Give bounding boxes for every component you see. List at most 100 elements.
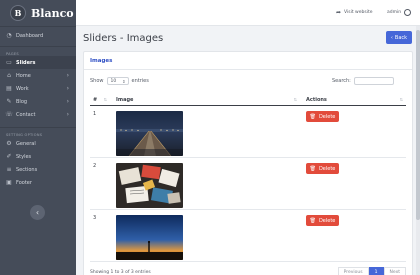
- delete-label: Delete: [318, 217, 336, 224]
- trash-icon: 🗑: [309, 217, 316, 224]
- table-row: 3 🗑 Delete: [90, 210, 406, 262]
- sidebar-item-label: Footer: [16, 179, 32, 186]
- sidebar-item-label: Sections: [16, 166, 38, 173]
- user-menu[interactable]: admin: [387, 9, 412, 16]
- sidebar-item-work[interactable]: ▤ Work ›: [0, 82, 76, 95]
- sidebar-item-label: Work: [16, 85, 29, 92]
- row-image-cell: [110, 106, 300, 157]
- visit-website-link[interactable]: ➦ Visit website: [336, 9, 372, 16]
- delete-label: Delete: [318, 113, 336, 120]
- top-bar: ➦ Visit website admin: [76, 0, 420, 26]
- home-icon: ⌂: [7, 72, 11, 79]
- desk-papers-photo: [116, 163, 183, 208]
- pagination: Previous 1 Next: [337, 267, 406, 275]
- blog-icon: ✎: [6, 98, 12, 105]
- chevron-updown-icon: ⇕: [122, 78, 126, 84]
- scrollbar-thumb[interactable]: [416, 30, 420, 220]
- column-header-number[interactable]: # ⇅: [90, 94, 110, 105]
- entries-label: entries: [131, 78, 149, 84]
- sidebar-item-dashboard[interactable]: ◔ Dashboard: [0, 29, 76, 42]
- sidebar-item-label: Blog: [16, 98, 28, 105]
- row-number: 3: [93, 215, 97, 221]
- row-actions-cell: 🗑 Delete: [300, 106, 406, 157]
- sections-icon: ≡: [6, 166, 12, 173]
- row-actions-cell: 🗑 Delete: [300, 158, 406, 209]
- chevron-left-icon: ‹: [390, 34, 393, 41]
- back-button-label: Back: [394, 34, 408, 41]
- table-info: Showing 1 to 3 of 3 entries: [90, 270, 151, 275]
- row-number: 2: [93, 163, 97, 169]
- sidebar-item-sliders[interactable]: ▭ Sliders: [0, 56, 76, 69]
- table-search: Search:: [332, 77, 394, 85]
- sidebar-item-general[interactable]: ⚙ General: [0, 137, 76, 150]
- search-input[interactable]: [353, 77, 394, 85]
- contact-icon: ☏: [5, 111, 13, 118]
- user-label: admin: [387, 10, 402, 15]
- next-page-button[interactable]: Next: [383, 267, 406, 275]
- sunset-silhouette-photo: [116, 215, 183, 260]
- column-header-image[interactable]: Image ⇅: [110, 94, 300, 105]
- chevron-right-icon: ›: [66, 72, 69, 79]
- bridge-night-photo: [116, 111, 183, 156]
- sidebar-item-label: Home: [16, 72, 31, 79]
- chevron-left-icon: ‹: [35, 208, 40, 217]
- entries-value: 10: [110, 78, 117, 84]
- user-avatar-icon: [404, 9, 412, 16]
- column-header-actions[interactable]: Actions ⇅: [300, 94, 406, 105]
- sort-icon: ⇅: [293, 97, 297, 102]
- delete-button[interactable]: 🗑 Delete: [306, 215, 339, 226]
- row-number: 1: [93, 111, 97, 117]
- sidebar-item-blog[interactable]: ✎ Blog ›: [0, 95, 76, 108]
- sidebar: B Blanco ◔ Dashboard PAGES ▭ Sliders ⌂ H…: [0, 0, 76, 275]
- row-image-cell: [110, 158, 300, 209]
- entries-length-control: Show 10 ⇕ entries: [90, 77, 149, 85]
- show-label: Show: [90, 78, 104, 84]
- sidebar-section-settings: SETTING OPTIONS: [6, 133, 43, 137]
- visit-website-label: Visit website: [344, 10, 373, 15]
- previous-page-button[interactable]: Previous: [337, 267, 369, 275]
- brand-logo[interactable]: B Blanco: [0, 0, 76, 26]
- row-image-cell: [110, 210, 300, 261]
- sidebar-section-pages: PAGES: [6, 52, 19, 56]
- search-label: Search:: [332, 78, 351, 84]
- sidebar-item-sections[interactable]: ≡ Sections: [0, 163, 76, 176]
- delete-button[interactable]: 🗑 Delete: [306, 163, 339, 174]
- delete-label: Delete: [318, 165, 336, 172]
- chevron-right-icon: ›: [66, 98, 69, 105]
- chevron-right-icon: ›: [66, 85, 69, 92]
- footer-icon: ▣: [6, 179, 12, 186]
- chevron-right-icon: ›: [66, 111, 69, 118]
- brush-icon: ✐: [6, 153, 12, 160]
- sliders-icon: ▭: [6, 59, 12, 66]
- page-1-button[interactable]: 1: [368, 267, 384, 275]
- trash-icon: 🗑: [309, 165, 316, 172]
- sidebar-collapse-button[interactable]: ‹: [30, 205, 45, 220]
- sidebar-item-footer[interactable]: ▣ Footer: [0, 176, 76, 189]
- card-title: Images: [84, 52, 412, 70]
- dashboard-icon: ◔: [6, 32, 12, 39]
- table-header: # ⇅ Image ⇅ Actions ⇅: [90, 94, 406, 106]
- images-card: Images Show 10 ⇕ entries Search: # ⇅ Ima…: [83, 51, 413, 275]
- page-scrollbar[interactable]: [416, 26, 420, 275]
- share-arrow-icon: ➦: [336, 9, 342, 16]
- entries-select[interactable]: 10 ⇕: [106, 77, 129, 85]
- brand-badge: B: [10, 5, 26, 21]
- trash-icon: 🗑: [309, 113, 316, 120]
- sidebar-item-label: Contact: [16, 111, 36, 118]
- sidebar-item-styles[interactable]: ✐ Styles: [0, 150, 76, 163]
- sidebar-item-label: General: [16, 140, 36, 147]
- page-title: Sliders - Images: [83, 33, 164, 44]
- row-actions-cell: 🗑 Delete: [300, 210, 406, 261]
- table-row: 1 🗑 Delete: [90, 106, 406, 158]
- sidebar-item-label: Sliders: [16, 59, 36, 66]
- sort-icon: ⇅: [399, 97, 403, 102]
- sort-icon: ⇅: [103, 97, 107, 102]
- sidebar-item-home[interactable]: ⌂ Home ›: [0, 69, 76, 82]
- sidebar-item-label: Styles: [16, 153, 32, 160]
- delete-button[interactable]: 🗑 Delete: [306, 111, 339, 122]
- sidebar-item-label: Dashboard: [16, 32, 44, 39]
- back-button[interactable]: ‹ Back: [386, 31, 412, 44]
- sidebar-item-contact[interactable]: ☏ Contact ›: [0, 108, 76, 121]
- brand-name: Blanco: [31, 6, 74, 20]
- work-icon: ▤: [6, 85, 12, 92]
